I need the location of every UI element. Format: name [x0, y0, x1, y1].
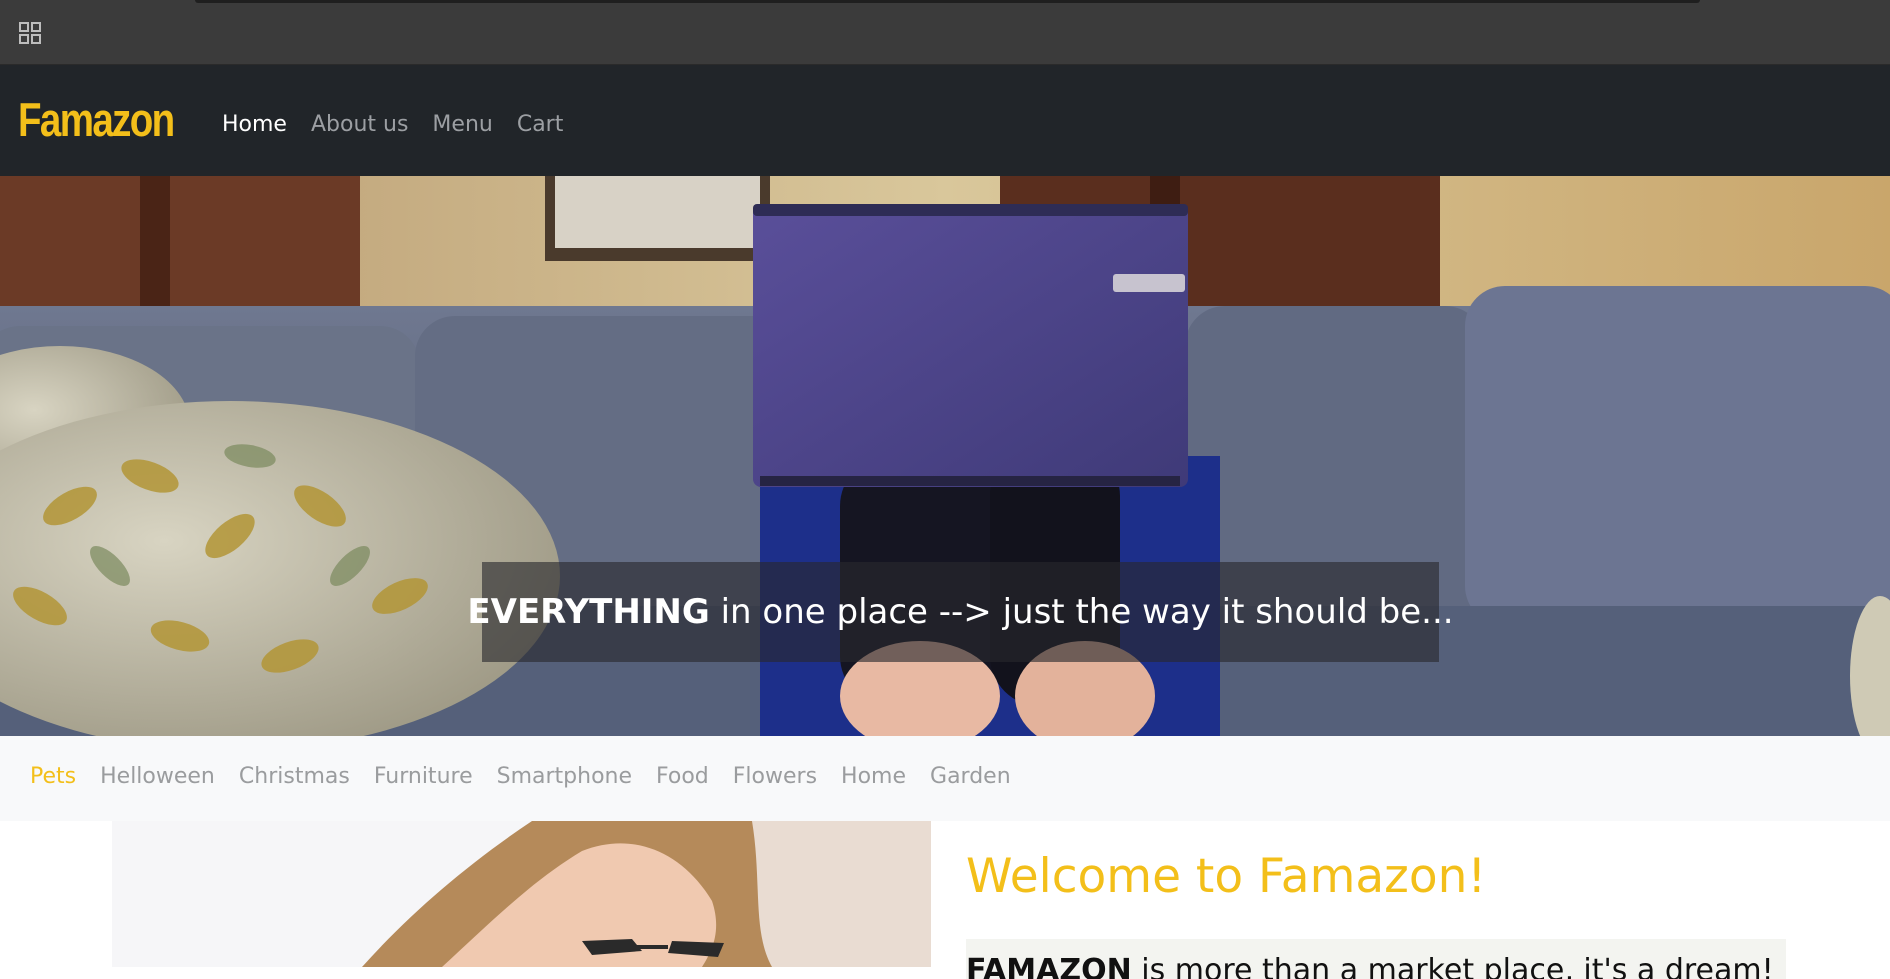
- app-top-bar: [0, 0, 1890, 65]
- category-home[interactable]: Home: [841, 762, 906, 792]
- category-flowers[interactable]: Flowers: [733, 762, 817, 792]
- nav-link-menu[interactable]: Menu: [432, 105, 492, 145]
- category-helloween[interactable]: Helloween: [100, 762, 215, 792]
- category-garden[interactable]: Garden: [930, 762, 1011, 792]
- main-navbar: Famazon Home About us Menu Cart: [0, 65, 1890, 176]
- category-smartphone[interactable]: Smartphone: [497, 762, 632, 792]
- brand-logo[interactable]: Famazon: [18, 91, 175, 149]
- category-christmas[interactable]: Christmas: [239, 762, 350, 792]
- welcome-title: Welcome to Famazon!: [966, 849, 1487, 904]
- category-bar: Pets Helloween Christmas Furniture Smart…: [0, 736, 1890, 821]
- category-list: Pets Helloween Christmas Furniture Smart…: [30, 762, 1035, 792]
- nav-link-cart[interactable]: Cart: [517, 105, 564, 145]
- address-bar-edge: [195, 0, 1700, 3]
- nav-link-about-us[interactable]: About us: [311, 105, 408, 145]
- category-furniture[interactable]: Furniture: [374, 762, 473, 792]
- category-food[interactable]: Food: [656, 762, 709, 792]
- intro-box: FAMAZON is more than a market place, it'…: [966, 939, 1786, 979]
- hero-caption-text: EVERYTHING in one place --> just the way…: [467, 592, 1453, 632]
- nav-link-home[interactable]: Home: [222, 105, 287, 145]
- intro-rest: is more than a market place, it's a drea…: [1131, 953, 1774, 979]
- intro-bold: FAMAZON: [966, 953, 1132, 979]
- welcome-photo: [112, 821, 931, 967]
- hero-banner: EVERYTHING in one place --> just the way…: [0, 176, 1890, 736]
- nav-links: Home About us Menu Cart: [222, 105, 587, 145]
- category-pets[interactable]: Pets: [30, 762, 76, 792]
- apps-grid-icon[interactable]: [19, 22, 41, 44]
- welcome-section: Welcome to Famazon! FAMAZON is more than…: [0, 821, 1890, 979]
- hero-caption-bold: EVERYTHING: [467, 592, 710, 632]
- intro-text: FAMAZON is more than a market place, it'…: [966, 953, 1774, 979]
- hero-caption: EVERYTHING in one place --> just the way…: [467, 562, 1454, 662]
- hero-caption-rest: in one place --> just the way it should …: [709, 592, 1454, 632]
